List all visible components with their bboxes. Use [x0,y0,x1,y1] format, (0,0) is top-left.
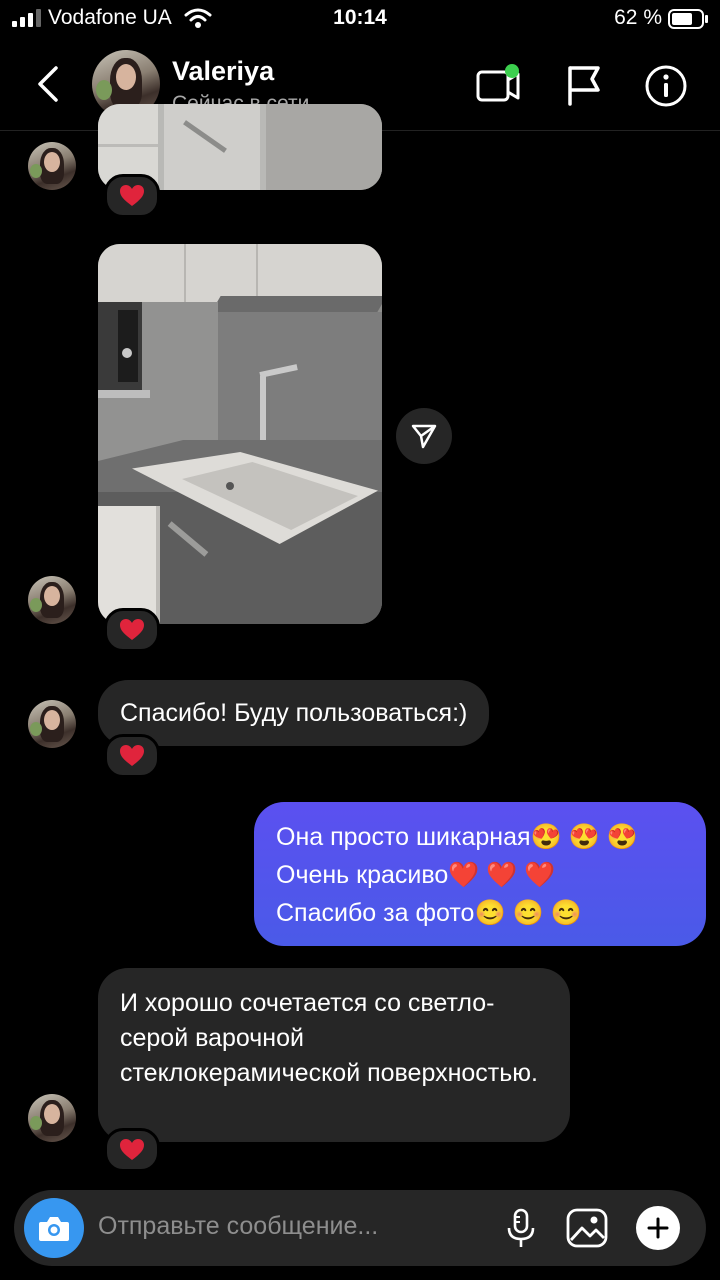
shared-photo-sink[interactable] [98,244,382,624]
sender-avatar[interactable] [28,142,76,190]
message-line: Очень красиво❤️ ❤️ ❤️ [276,861,556,889]
clock: 10:14 [333,6,387,29]
plus-icon [647,1217,669,1239]
status-bar: Vodafone UA 10:14 62 % [0,0,720,38]
message-input[interactable]: Отправьте сообщение... [98,1212,378,1241]
incoming-message[interactable]: И хорошо сочетается со светло-серой варо… [98,968,570,1142]
battery-icon [668,9,708,29]
heart-icon [120,745,144,766]
more-button[interactable] [636,1206,680,1250]
heart-icon [120,1139,144,1160]
heart-reaction[interactable] [104,734,160,778]
message-line: Спасибо за фото😊 😊 😊 [276,899,582,927]
share-photo-button[interactable] [396,408,452,464]
sender-avatar[interactable] [28,576,76,624]
video-call-icon[interactable] [474,62,524,108]
heart-icon [120,185,144,206]
message-composer: Отправьте сообщение... [14,1190,706,1266]
sender-avatar[interactable] [28,700,76,748]
info-icon[interactable] [644,64,688,108]
sender-avatar[interactable] [28,1094,76,1142]
back-arrow-icon[interactable] [34,64,62,104]
outgoing-message[interactable]: Она просто шикарная😍 😍 😍 Очень красиво❤️… [254,802,706,946]
incoming-message[interactable]: Спасибо! Буду пользоваться:) [98,680,490,746]
heart-reaction[interactable] [104,1128,160,1172]
heart-reaction[interactable] [104,174,160,218]
flag-icon[interactable] [564,62,604,108]
microphone-icon[interactable] [506,1208,536,1250]
camera-button[interactable] [24,1198,84,1258]
message-line: Она просто шикарная😍 😍 😍 [276,823,638,851]
heart-reaction[interactable] [104,608,160,652]
gallery-icon[interactable] [566,1208,608,1248]
send-icon [411,424,437,449]
battery-percent: 62 % [614,6,662,29]
heart-icon [120,619,144,640]
camera-icon [39,1217,69,1241]
contact-name[interactable]: Valeriya [172,56,274,87]
